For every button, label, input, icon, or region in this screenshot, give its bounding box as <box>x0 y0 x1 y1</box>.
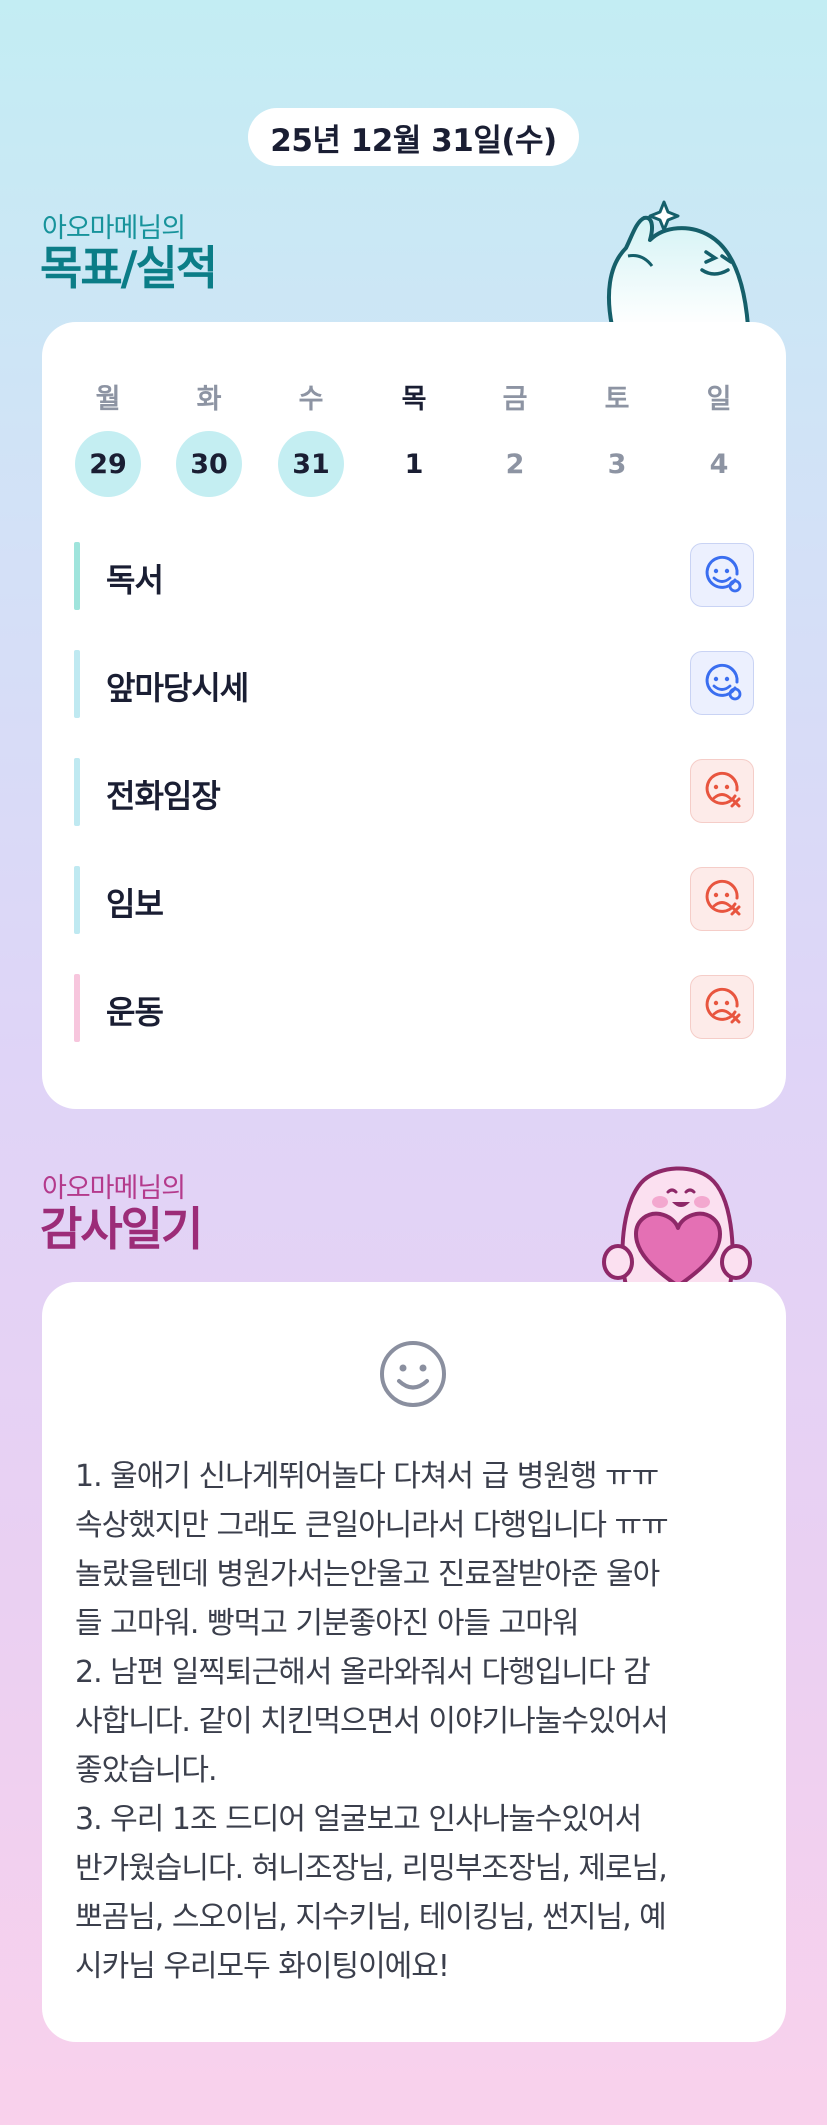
date-cell[interactable]: 30 <box>176 431 242 497</box>
goal-label: 독서 <box>106 561 164 599</box>
gratitude-section-title: 감사일기 <box>40 1202 203 1256</box>
weekday-label-wed: 수 <box>298 383 324 415</box>
date-cell[interactable]: 1 <box>381 431 447 497</box>
sad-face-x-icon[interactable] <box>690 759 754 823</box>
goal-label: 앞마당시세 <box>106 669 249 707</box>
goal-color-bar <box>74 542 80 610</box>
goals-section-title: 목표/실적 <box>40 241 218 295</box>
weekday-label-fri: 금 <box>502 383 528 415</box>
date-cell[interactable]: 31 <box>278 431 344 497</box>
weekday-label-sun: 일 <box>706 383 732 415</box>
goal-color-bar <box>74 758 80 826</box>
weekday-label-sat: 토 <box>604 383 630 415</box>
goal-row[interactable]: 앞마당시세 <box>74 650 754 718</box>
week-dates: 29 30 31 1 2 3 4 <box>0 431 827 497</box>
happy-face-icon[interactable] <box>690 651 754 715</box>
goal-row[interactable]: 전화임장 <box>74 758 754 826</box>
weekday-label-thu: 목 <box>401 383 427 415</box>
goal-row[interactable]: 임보 <box>74 866 754 934</box>
date-pill[interactable]: 25년 12월 31일(수) <box>248 108 579 166</box>
week-header: 월 화 수 목 금 토 일 <box>0 378 827 415</box>
goal-label: 전화임장 <box>106 777 221 815</box>
gratitude-diary-text: 1. 울애기 신나게뛰어놀다 다쳐서 급 병원행 ㅠㅠ 속상했지만 그래도 큰일… <box>75 1459 669 1984</box>
smile-icon <box>380 1341 446 1407</box>
goal-row[interactable]: 운동 <box>74 974 754 1042</box>
weekday-label-mon: 월 <box>95 383 121 415</box>
weekday-label-tue: 화 <box>196 383 222 415</box>
date-cell[interactable]: 29 <box>75 431 141 497</box>
goal-row[interactable]: 독서 <box>74 542 754 610</box>
goal-color-bar <box>74 866 80 934</box>
date-cell[interactable]: 4 <box>686 431 752 497</box>
goal-label: 임보 <box>106 885 164 923</box>
date-cell[interactable]: 2 <box>482 431 548 497</box>
sad-face-x-icon[interactable] <box>690 867 754 931</box>
happy-face-icon[interactable] <box>690 543 754 607</box>
goal-label: 운동 <box>106 993 164 1031</box>
sad-face-x-icon[interactable] <box>690 975 754 1039</box>
goal-color-bar <box>74 974 80 1042</box>
goal-color-bar <box>74 650 80 718</box>
thumbs-up-mascot <box>606 200 750 326</box>
date-cell[interactable]: 3 <box>584 431 650 497</box>
heart-mascot <box>602 1166 752 1286</box>
